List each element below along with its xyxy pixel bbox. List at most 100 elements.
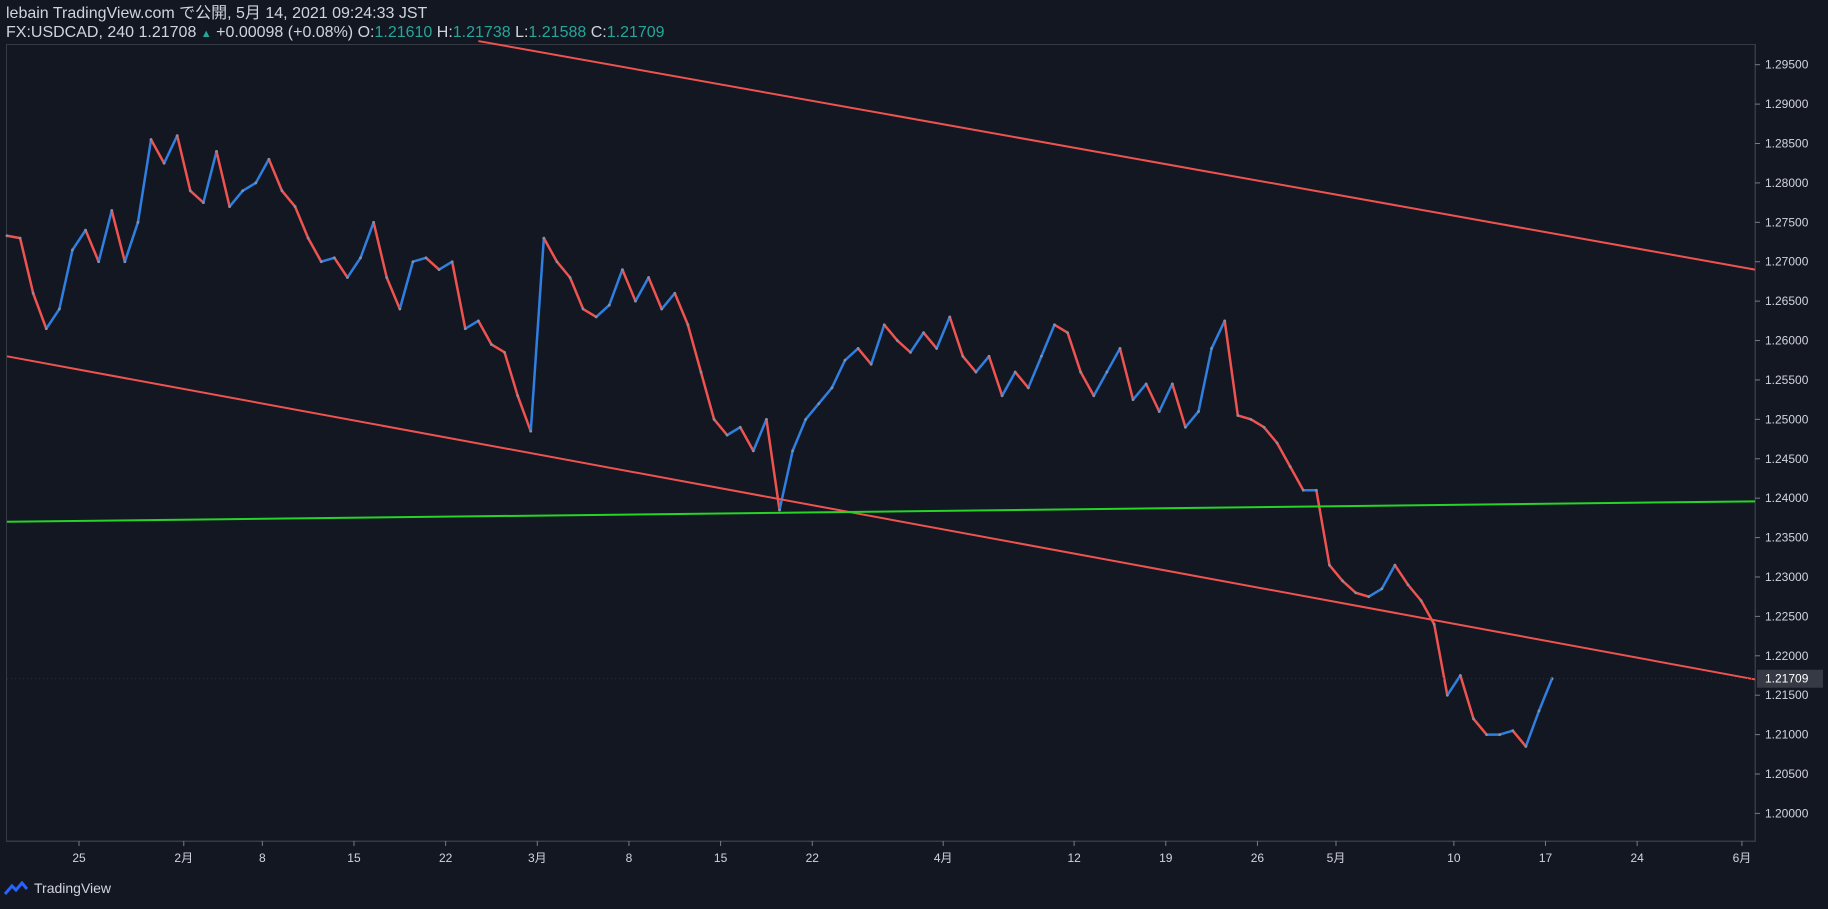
x-tick-label: 19: [1159, 851, 1173, 865]
price-chart[interactable]: 1.29500 1.29000 1.28500 1.28000 1.27500 1.270…: [0, 0, 1828, 909]
price-segment: [594, 303, 611, 319]
price-point: [1197, 410, 1200, 413]
price-point: [1131, 398, 1135, 402]
price-point: [516, 394, 520, 398]
price-point: [1432, 622, 1436, 626]
price-segment: [31, 292, 48, 330]
price-segment: [922, 331, 938, 350]
price-point: [450, 260, 454, 264]
price-point: [607, 303, 611, 307]
x-tick-label: 25: [72, 851, 86, 865]
price-segment: [293, 205, 310, 240]
price-point: [935, 347, 939, 350]
price-point: [1236, 414, 1240, 417]
price-segment: [110, 209, 127, 263]
price-segment: [306, 236, 323, 263]
x-tick-label: 2月: [174, 851, 193, 865]
price-point: [1170, 382, 1174, 386]
price-segment: [267, 158, 284, 193]
price-point: [895, 339, 899, 342]
price-point: [1118, 347, 1122, 350]
price-segment: [45, 307, 61, 330]
y-tick-label: 1.20000: [1765, 806, 1809, 820]
price-segment: [1354, 591, 1370, 598]
price-point: [293, 205, 297, 208]
price-segment: [1131, 382, 1148, 401]
price-point: [476, 319, 480, 323]
price-segment: [752, 418, 768, 453]
price-point: [398, 307, 402, 311]
price-point: [1472, 717, 1475, 721]
y-tick-label: 1.29000: [1765, 97, 1809, 111]
price-segment: [1066, 331, 1082, 374]
price-segment: [319, 256, 336, 263]
x-tick-label: 4月: [934, 851, 953, 865]
price-point: [123, 260, 127, 264]
price-axis[interactable]: 1.29500 1.29000 1.28500 1.28000 1.27500 1.270…: [1754, 45, 1809, 841]
price-point: [1275, 441, 1279, 445]
price-point: [869, 362, 873, 366]
price-point: [1249, 417, 1253, 421]
price-segment: [1053, 323, 1069, 334]
price-segment: [1118, 347, 1135, 401]
price-point: [437, 268, 441, 272]
price-segment: [1027, 355, 1043, 390]
price-segment: [1459, 674, 1475, 721]
price-segment: [817, 386, 834, 405]
price-point: [1026, 386, 1030, 390]
price-segment: [1380, 563, 1397, 591]
price-point: [1524, 745, 1528, 748]
price-segment: [791, 418, 807, 453]
price-segment: [542, 236, 559, 263]
price-point: [974, 370, 978, 374]
price-segment: [608, 268, 624, 307]
upper-channel-line[interactable]: [478, 40, 1756, 271]
x-tick-label: 6月: [1733, 851, 1752, 865]
price-segment: [1498, 729, 1515, 736]
price-segment: [254, 158, 271, 185]
price-point: [882, 323, 886, 327]
price-point: [529, 429, 533, 433]
price-segment: [830, 358, 847, 390]
price-segment: [1341, 579, 1357, 594]
price-segment: [581, 307, 598, 319]
y-tick-label: 1.27000: [1765, 255, 1809, 269]
x-tick-label: 10: [1447, 851, 1461, 865]
time-axis[interactable]: 25 2月 8 15 22 3月 8 15 22 4月 12 19 26 5月 10 17 24 6月: [7, 840, 1755, 865]
y-tick-label: 1.25000: [1765, 412, 1809, 426]
price-segment: [843, 347, 860, 362]
branding[interactable]: TradingView: [4, 880, 111, 896]
price-segment: [1288, 465, 1305, 492]
y-tick-label: 1.28500: [1765, 137, 1809, 151]
price-segment: [1000, 370, 1017, 397]
price-segment: [464, 319, 480, 330]
drawn-lines[interactable]: [6, 40, 1756, 681]
price-point: [751, 449, 755, 453]
price-point: [202, 201, 205, 205]
price-segment: [1262, 425, 1279, 445]
price-segment: [162, 134, 179, 165]
x-tick-label: 12: [1067, 851, 1081, 865]
price-segment: [1393, 563, 1410, 587]
price-segment: [5, 234, 22, 240]
price-segment: [555, 260, 572, 279]
price-point: [1079, 370, 1083, 374]
price-segment: [202, 150, 218, 204]
price-segment: [909, 331, 925, 354]
price-segment: [1236, 414, 1253, 421]
price-segment: [280, 189, 297, 208]
price-segment: [1446, 674, 1462, 697]
last-price-label: 1.21709: [1765, 672, 1809, 686]
price-point: [1537, 709, 1541, 713]
price-point: [1485, 733, 1488, 737]
price-segment: [1144, 382, 1161, 413]
x-tick-label: 15: [347, 851, 361, 865]
price-point: [254, 181, 258, 185]
price-point: [228, 205, 231, 208]
price-point: [1511, 729, 1515, 733]
price-point: [175, 134, 179, 138]
price-point: [1354, 591, 1358, 595]
price-segment: [725, 425, 742, 437]
tradingview-logo-icon: [4, 881, 28, 895]
price-segment: [411, 256, 428, 263]
